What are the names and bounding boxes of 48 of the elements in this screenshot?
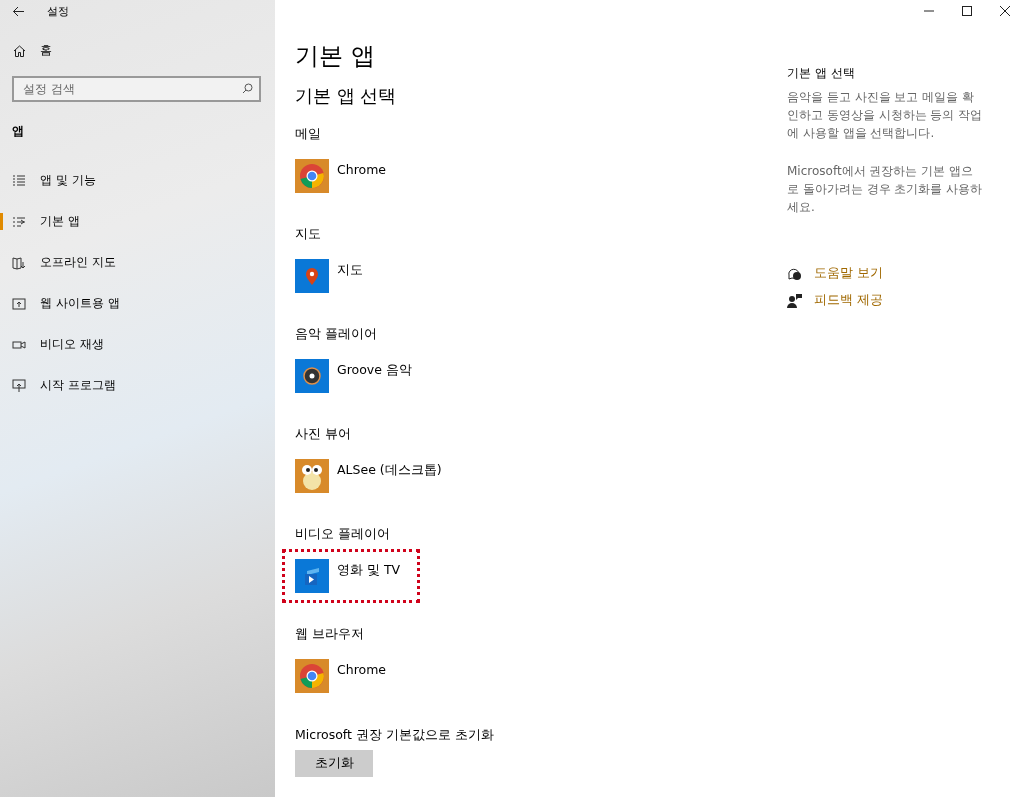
category-label: 웹 브라우저 [295,626,365,643]
map-pin-icon [295,259,329,293]
nav-item[interactable]: 웹 사이트용 앱 [0,283,275,324]
home-icon[interactable] [13,44,26,57]
description-text: 음악을 듣고 사진을 보고 메일을 확인하고 동영상을 시청하는 등의 작업에 사용할 앱을 선택합니다. [787,89,984,142]
nav-item[interactable]: 기본 앱 [0,201,275,242]
home-link[interactable]: 홈 [40,42,52,59]
search-icon [242,83,253,94]
default-app-button[interactable]: Groove 음악 [282,349,425,403]
page-title: 기본 앱 [295,41,376,72]
owl-icon [295,459,329,493]
reset-label: Microsoft 권장 기본값으로 초기화 [295,727,495,744]
back-arrow-icon[interactable] [12,5,25,17]
description-text: Microsoft에서 권장하는 기본 앱으로 돌아가려는 경우 초기화를 사용하세요. [787,163,984,216]
default-app-button[interactable]: 영화 및 TV [282,549,420,603]
maximize-icon[interactable] [962,6,972,16]
category-label: 음악 플레이어 [295,326,378,343]
nav-item[interactable]: 비디오 재생 [0,324,275,365]
aside-title: 기본 앱 선택 [787,65,856,82]
default-app-button[interactable]: 지도 [282,249,420,303]
chrome-logo-icon [295,159,329,193]
help-link[interactable]: 도움말 보기 [787,260,985,287]
category-label: 지도 [295,226,322,243]
window-icon [12,296,26,311]
reset-button[interactable]: 초기화 [295,750,373,777]
help-chat-icon [787,266,802,281]
monitor-icon [12,378,26,393]
chrome-logo-icon [295,659,329,693]
nav-item[interactable]: 앱 및 기능 [0,160,275,201]
default-app-button[interactable]: Chrome [282,149,420,203]
play-icon [295,559,329,593]
category-label: 비디오 플레이어 [295,526,391,543]
close-icon[interactable] [1000,6,1010,16]
window-title: 설정 [47,3,69,19]
default-app-button[interactable]: Chrome [282,649,420,703]
section-title: 기본 앱 선택 [295,84,398,108]
default-app-button[interactable]: ALSee (데스크톱) [282,449,455,503]
list-icon [12,214,26,229]
map-icon [12,255,26,270]
search-field[interactable]: 설정 검색 [12,76,261,102]
list-icon [12,173,26,188]
feedback-person-icon [787,293,802,308]
category-label: 메일 [295,126,322,143]
nav-item[interactable]: 오프라인 지도 [0,242,275,283]
nav-item[interactable]: 시작 프로그램 [0,365,275,406]
category-label: 사진 뷰어 [295,426,352,443]
section-heading: 앱 [11,123,25,140]
help-link[interactable]: 피드백 제공 [787,287,985,314]
